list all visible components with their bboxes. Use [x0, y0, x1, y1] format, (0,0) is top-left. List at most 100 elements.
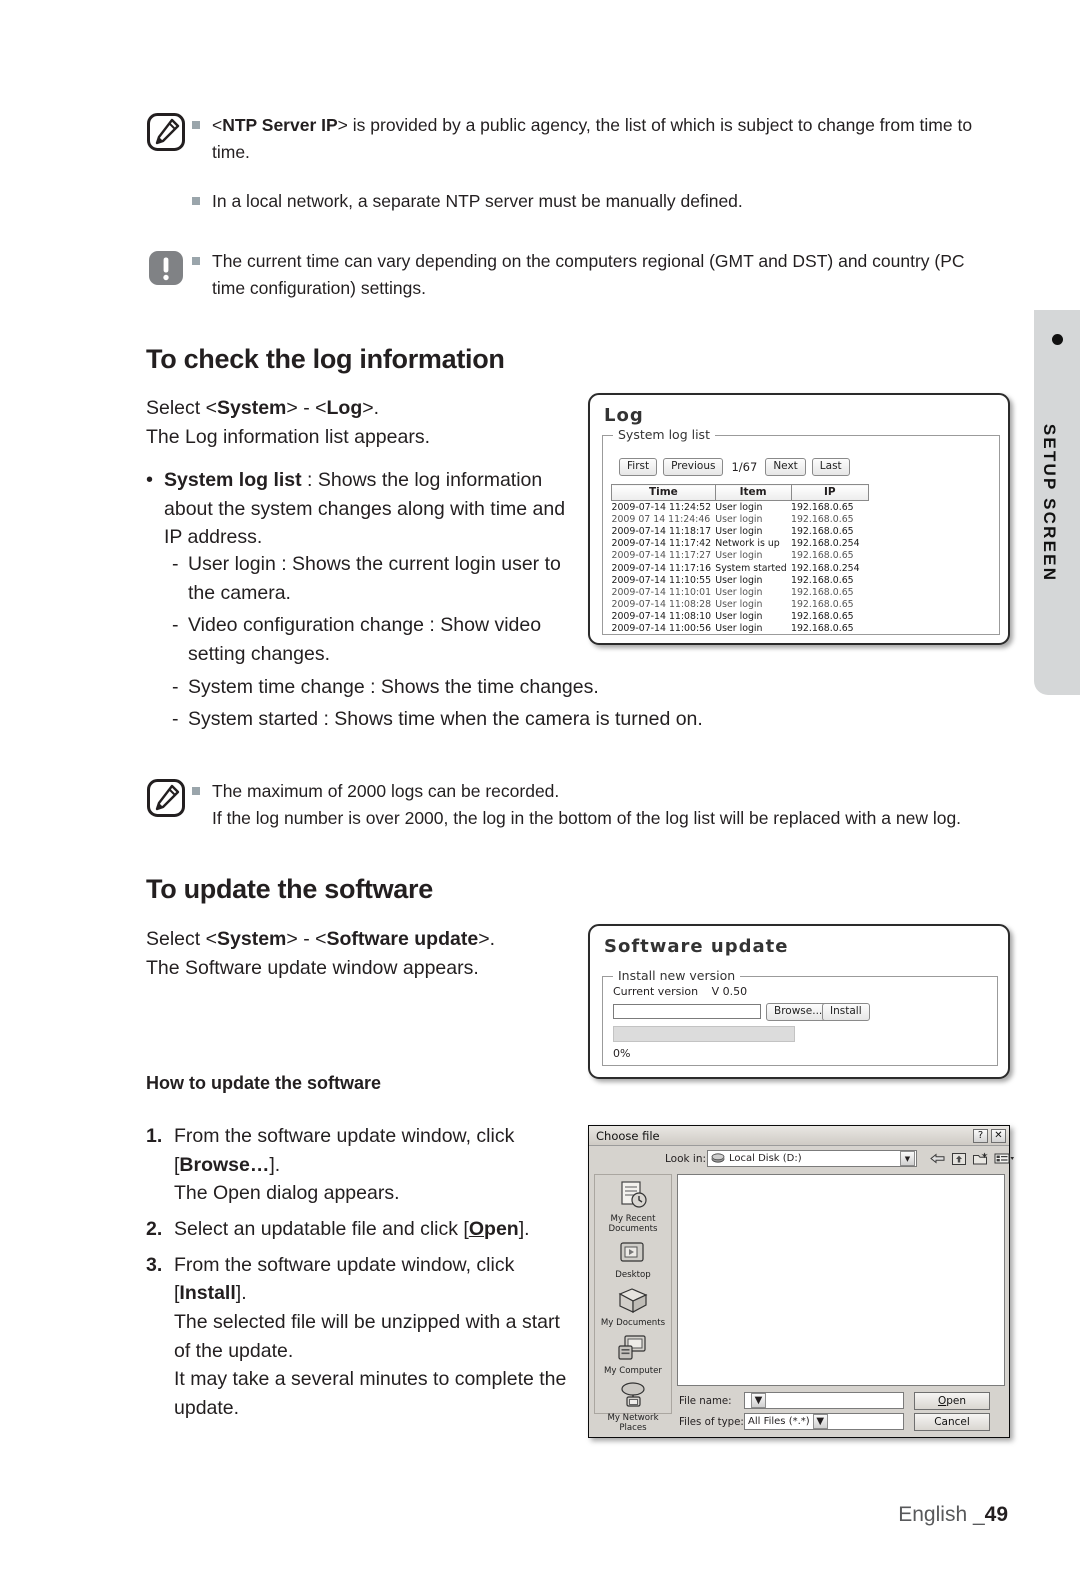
system-log-list-fieldset: System log list First Previous 1/67 Next…	[602, 427, 1000, 635]
files-of-type-value: All Files (*.*)	[748, 1416, 810, 1427]
chevron-down-icon[interactable]: ▼	[900, 1151, 915, 1166]
log-intro-line-2: The Log information list appears.	[146, 425, 430, 448]
note-item: The current time can vary depending on t…	[192, 248, 992, 302]
log-cell-item: User login	[715, 599, 763, 611]
note-pencil-icon	[146, 778, 192, 836]
dash-mark-icon: -	[172, 675, 179, 698]
table-row[interactable]: 2009-07-14 11:08:10 User login 192.168.0.6…	[612, 611, 869, 623]
step-extra-text: It may take a several minutes to complet…	[174, 1368, 567, 1419]
caution-exclamation-icon	[146, 248, 192, 306]
table-row[interactable]: 2009-07-14 11:17:27 User login 192.168.0.6…	[612, 550, 869, 562]
note-bullet-square-icon	[192, 197, 200, 206]
step-text: From the software update window, click […	[174, 1253, 567, 1419]
update-steps-list: 1. From the software update window, click…	[146, 1122, 571, 1430]
table-row[interactable]: 2009-07-14 11:18:17 User login 192.168.0.6…	[612, 525, 869, 537]
files-of-type-combobox[interactable]: All Files (*.*) ▼	[744, 1413, 904, 1430]
up-folder-icon[interactable]	[951, 1151, 967, 1166]
table-row[interactable]: 2009-07-14 11:17:16 System started 192.168…	[612, 562, 869, 574]
table-row[interactable]: 2009 07 14 11:24:46 User login 192.168.0.6…	[612, 513, 869, 525]
dash-mark-icon: -	[172, 553, 179, 575]
log-cell-time: 2009-07-14 11:17:42	[611, 538, 712, 550]
step-emphasis: Browse…	[179, 1153, 270, 1176]
note-pencil-icon	[146, 112, 192, 219]
note-text: <NTP Server IP> is provided by a public …	[212, 115, 973, 163]
new-folder-icon[interactable]	[972, 1151, 989, 1166]
note-item: The maximum of 2000 logs can be recorded…	[192, 778, 1022, 832]
step-number: 3.	[146, 1253, 163, 1276]
place-my-recent-documents[interactable]: My Recent Documents	[595, 1180, 671, 1235]
views-dropdown-icon[interactable]	[994, 1151, 1015, 1166]
howto-update-heading: How to update the software	[146, 1073, 382, 1093]
footer-language: English _	[898, 1503, 985, 1526]
table-row[interactable]: 2009-07-14 11:00:56 User login 192.168.0.6…	[612, 623, 869, 635]
table-row[interactable]: 2009-07-14 11:10:55 User login 192.168.0.6…	[612, 574, 869, 586]
cancel-button[interactable]: Cancel	[914, 1413, 990, 1431]
step-item: 3. From the software update window, click…	[146, 1251, 571, 1423]
my-documents-icon	[618, 1287, 648, 1313]
drive-icon	[711, 1153, 725, 1163]
log-cell-ip: 192.168.0.65	[791, 623, 854, 635]
log-cell-item: System started	[715, 562, 787, 574]
look-in-combobox[interactable]: Local Disk (D:) ▼	[707, 1150, 917, 1167]
log-cell-ip: 192.168.0.65	[791, 611, 854, 623]
note-bullet-square-icon	[192, 257, 200, 265]
install-button[interactable]: Install	[822, 1003, 870, 1021]
place-label: My Recent Documents	[608, 1214, 658, 1234]
browse-button[interactable]: Browse...	[766, 1003, 831, 1021]
current-version-row: Current version V 0.50	[613, 985, 747, 998]
log-dash-text: User login : Shows the current login use…	[188, 553, 561, 604]
note-text: The current time can vary depending on t…	[212, 251, 965, 299]
pager-last-button[interactable]: Last	[811, 458, 850, 476]
update-intro-line-1: Select <System> - <Software update>.	[146, 928, 495, 950]
pager-previous-button[interactable]: Previous	[663, 458, 724, 476]
software-update-window-screenshot: Software update Install new version Curr…	[588, 924, 1010, 1079]
dash-mark-icon: -	[172, 614, 179, 637]
note-text-extra: If the log number is over 2000, the log …	[212, 808, 962, 829]
choose-file-toolbar	[929, 1151, 1015, 1166]
place-desktop[interactable]: Desktop	[595, 1240, 671, 1281]
log-dash-item: - System time change : Shows the time ch…	[172, 673, 846, 702]
place-label: My Documents	[600, 1317, 666, 1328]
place-my-network-places[interactable]: My Network Places	[595, 1381, 671, 1434]
log-cell-item: User login	[715, 513, 763, 525]
log-table-header-row: Time Item IP	[611, 484, 869, 501]
note-text: The maximum of 2000 logs can be recorded…	[212, 781, 560, 801]
place-my-documents[interactable]: My Documents	[595, 1286, 671, 1329]
pager-next-button[interactable]: Next	[765, 458, 806, 476]
close-icon[interactable]: ✕	[991, 1128, 1006, 1143]
chevron-down-icon[interactable]: ▼	[751, 1393, 766, 1408]
note-text-group: The maximum of 2000 logs can be recorded…	[212, 778, 961, 832]
pager-count-label: 1/67	[731, 459, 758, 474]
table-row[interactable]: 2009-07-14 11:08:28 User login 192.168.0.6…	[612, 599, 869, 611]
table-row[interactable]: 2009-07-14 11:24:52 User login 192.168.0.6…	[612, 501, 869, 514]
page-title-update: To update the software	[146, 874, 433, 904]
update-intro-line-2: The Software update window appears.	[146, 956, 479, 979]
step-text: From the software update window, click […	[174, 1125, 515, 1205]
log-cell-time: 2009-07-14 11:17:27	[611, 550, 712, 562]
place-label: My Computer	[604, 1365, 662, 1376]
log-intro-text: Select <System> - <Log>. The Log informa…	[146, 394, 566, 451]
side-tab-label: SETUP SCREEN	[1040, 423, 1059, 582]
help-icon[interactable]: ?	[973, 1128, 988, 1143]
log-dash-text: System started : Shows time when the cam…	[188, 708, 703, 731]
log-dash-text: System time change : Shows the time chan…	[188, 675, 599, 698]
dash-mark-icon: -	[172, 708, 179, 731]
page-title-log: To check the log information	[146, 344, 505, 374]
place-my-computer[interactable]: My Computer	[595, 1334, 671, 1377]
note-block-caution: The current time can vary depending on t…	[146, 248, 1016, 306]
table-row[interactable]: 2009-07-14 11:17:42 Network is up 192.168.…	[612, 538, 869, 550]
log-bullet-system-log-list: • System log list : Shows the log inform…	[146, 466, 566, 552]
update-file-path-input[interactable]	[613, 1004, 761, 1019]
open-button[interactable]: Open	[914, 1392, 990, 1410]
back-arrow-icon[interactable]	[929, 1151, 946, 1166]
chevron-down-icon[interactable]: ▼	[812, 1414, 828, 1429]
file-name-input[interactable]: ▼	[744, 1392, 904, 1409]
pager-first-button[interactable]: First	[619, 458, 658, 476]
choose-file-dialog-screenshot: Choose file ? ✕ Look in: Local Disk (D:)…	[588, 1125, 1014, 1438]
note-item: <NTP Server IP> is provided by a public …	[192, 112, 992, 166]
choose-file-list-view[interactable]	[677, 1174, 1005, 1386]
progress-percent-label: 0%	[613, 1047, 631, 1060]
note-bullet-square-icon	[192, 787, 200, 795]
table-row[interactable]: 2009-07-14 11:10:01 User login 192.168.0.6…	[612, 586, 869, 598]
log-cell-ip: 192.168.0.65	[791, 574, 854, 586]
